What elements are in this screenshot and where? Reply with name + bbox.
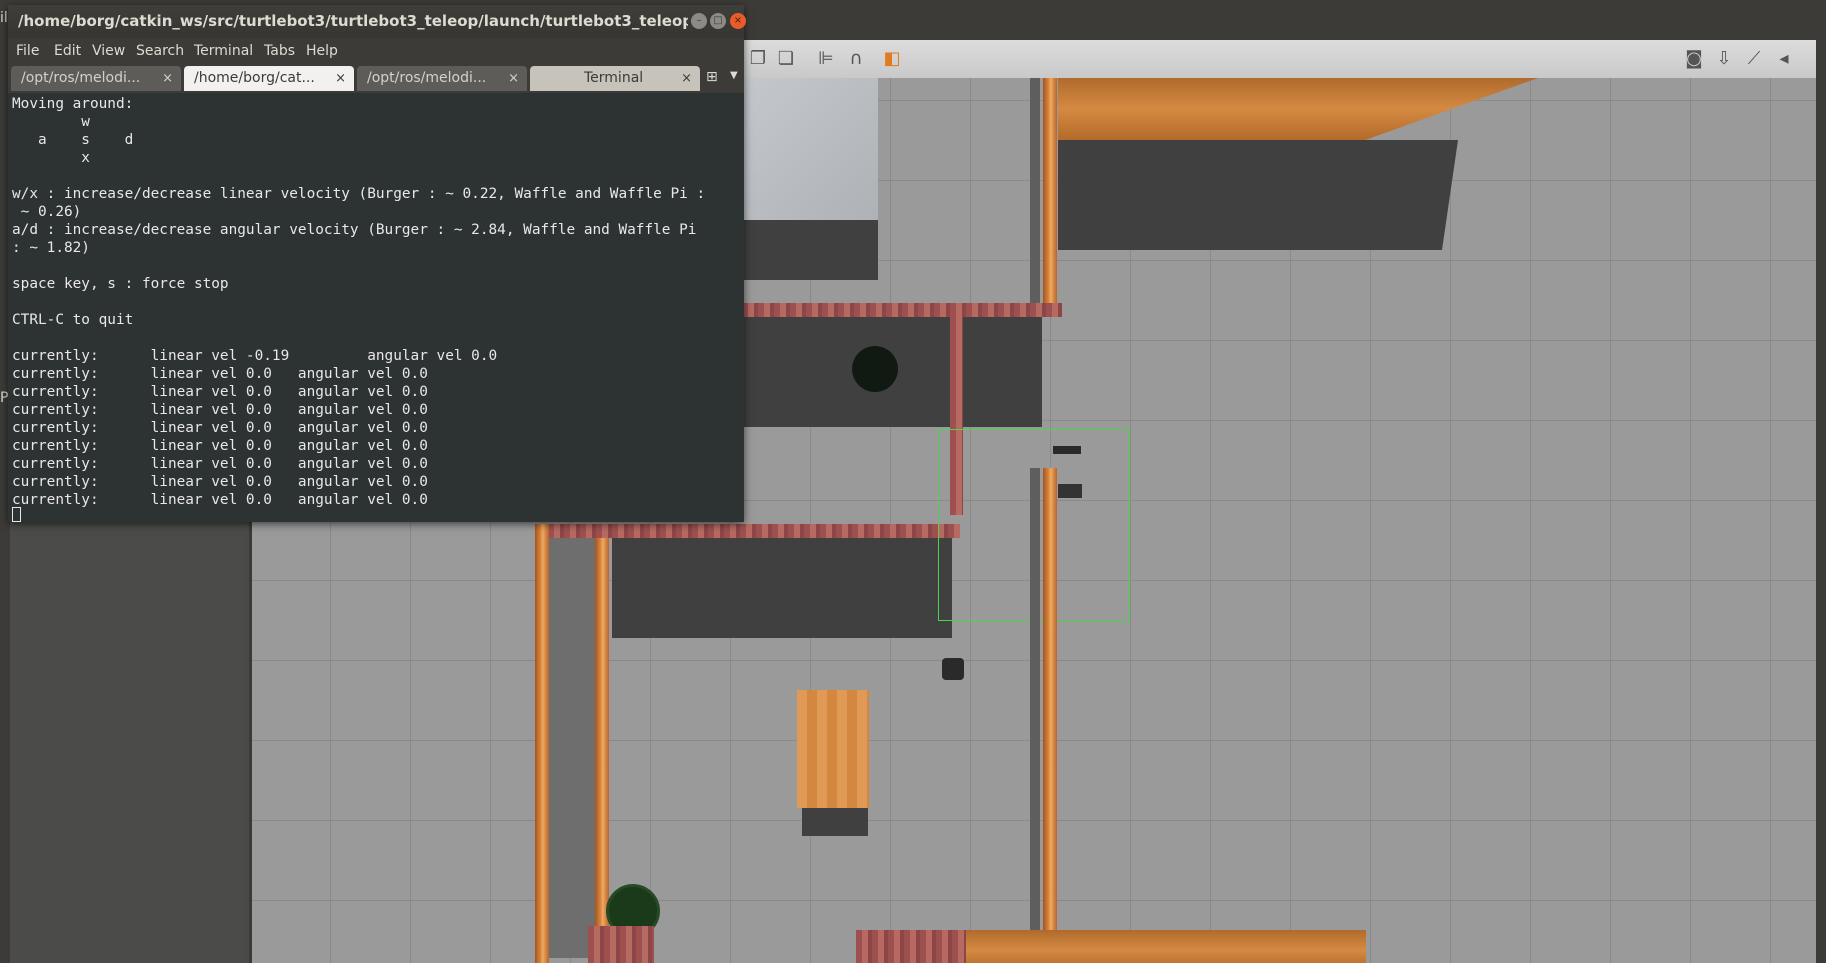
tab-close-icon[interactable]: × <box>508 66 519 91</box>
menu-edit[interactable]: Edit <box>54 43 81 59</box>
scene-grey-box <box>744 78 878 220</box>
terminal-output-text: Moving around: w a s d x w/x : increase/… <box>12 96 706 508</box>
tab-label: /home/borg/cat... <box>194 70 315 86</box>
terminal-cursor <box>12 507 21 522</box>
tab-close-icon[interactable]: × <box>335 66 346 91</box>
scene-wooden-table <box>797 690 869 808</box>
scene-brick-block <box>856 930 966 963</box>
tab-2[interactable]: /home/borg/cat... × <box>184 66 354 91</box>
terminal-window[interactable]: /home/borg/catkin_ws/src/turtlebot3/turt… <box>8 5 746 522</box>
terminal-title: /home/borg/catkin_ws/src/turtlebot3/turt… <box>18 12 688 30</box>
terminal-output-area[interactable]: Moving around: w a s d x w/x : increase/… <box>8 93 744 522</box>
cube-icon[interactable]: ◧ <box>880 47 904 71</box>
tab-label: Terminal <box>584 70 644 86</box>
close-icon[interactable]: × <box>730 13 746 29</box>
scene-dark-barrel <box>852 346 898 392</box>
terminal-titlebar[interactable]: /home/borg/catkin_ws/src/turtlebot3/turt… <box>8 5 746 38</box>
scene-pillar-lower-shadow <box>1030 468 1040 963</box>
align-icon[interactable]: ⊫ <box>814 47 838 71</box>
scene-pillar-lower <box>1043 468 1057 963</box>
scene-brick-corner <box>588 926 654 963</box>
scene-wooden-shelf <box>1058 78 1538 140</box>
terminal-tabbar: /opt/ros/melodi... × /home/borg/cat... ×… <box>8 63 744 93</box>
menu-search[interactable]: Search <box>136 43 184 59</box>
scene-brick-wall <box>742 303 1062 317</box>
scene-pillar <box>1043 78 1057 303</box>
menu-file[interactable]: File <box>16 43 39 59</box>
scene-shelf-shadow <box>1058 140 1458 250</box>
tab-close-icon[interactable]: × <box>162 66 173 91</box>
scene-box-shadow <box>744 220 878 280</box>
record-icon[interactable]: ⇩ <box>1712 47 1736 71</box>
menu-view[interactable]: View <box>92 43 125 59</box>
menu-terminal[interactable]: Terminal <box>194 43 253 59</box>
tab-menu-chevron-down-icon[interactable]: ▼ <box>730 70 738 81</box>
scene-robot-base <box>1058 484 1082 498</box>
scene-lower-shadow <box>612 538 952 638</box>
tab-label: /opt/ros/melodi... <box>21 70 141 86</box>
tab-label: /opt/ros/melodi... <box>367 70 487 86</box>
scene-wooden-floor <box>966 930 1366 963</box>
scene-brick-wall-lower <box>548 524 960 538</box>
video-icon[interactable]: ◂ <box>1772 47 1796 71</box>
menu-help[interactable]: Help <box>306 43 338 59</box>
scene-robot-arm <box>1053 446 1081 454</box>
scene-frame-right <box>595 538 609 958</box>
turtlebot-robot <box>942 658 964 680</box>
tab-close-icon[interactable]: × <box>681 66 692 91</box>
tab-4[interactable]: Terminal × <box>530 66 700 91</box>
paste-icon[interactable]: ❏ <box>774 47 798 71</box>
tab-1[interactable]: /opt/ros/melodi... × <box>11 66 181 91</box>
camera-icon[interactable]: ◙ <box>1682 47 1706 71</box>
scene-table-shadow <box>802 808 868 836</box>
menu-tabs[interactable]: Tabs <box>264 43 295 59</box>
terminal-menubar: File Edit View Search Terminal Tabs Help <box>8 38 744 63</box>
scene-frame-left <box>535 524 549 963</box>
new-tab-icon[interactable]: ⊞ <box>706 69 718 85</box>
snap-icon[interactable]: ∩ <box>844 47 868 71</box>
maximize-icon[interactable]: □ <box>710 13 726 29</box>
tab-3[interactable]: /opt/ros/melodi... × <box>357 66 527 91</box>
gazebo-right-edge <box>1816 40 1826 963</box>
plot-icon[interactable]: ⟋ <box>1742 47 1766 71</box>
scene-frame-inner <box>549 538 595 958</box>
minimize-icon[interactable]: – <box>691 13 707 29</box>
gazebo-property-panel <box>10 520 246 963</box>
copy-icon[interactable]: ❐ <box>746 47 770 71</box>
